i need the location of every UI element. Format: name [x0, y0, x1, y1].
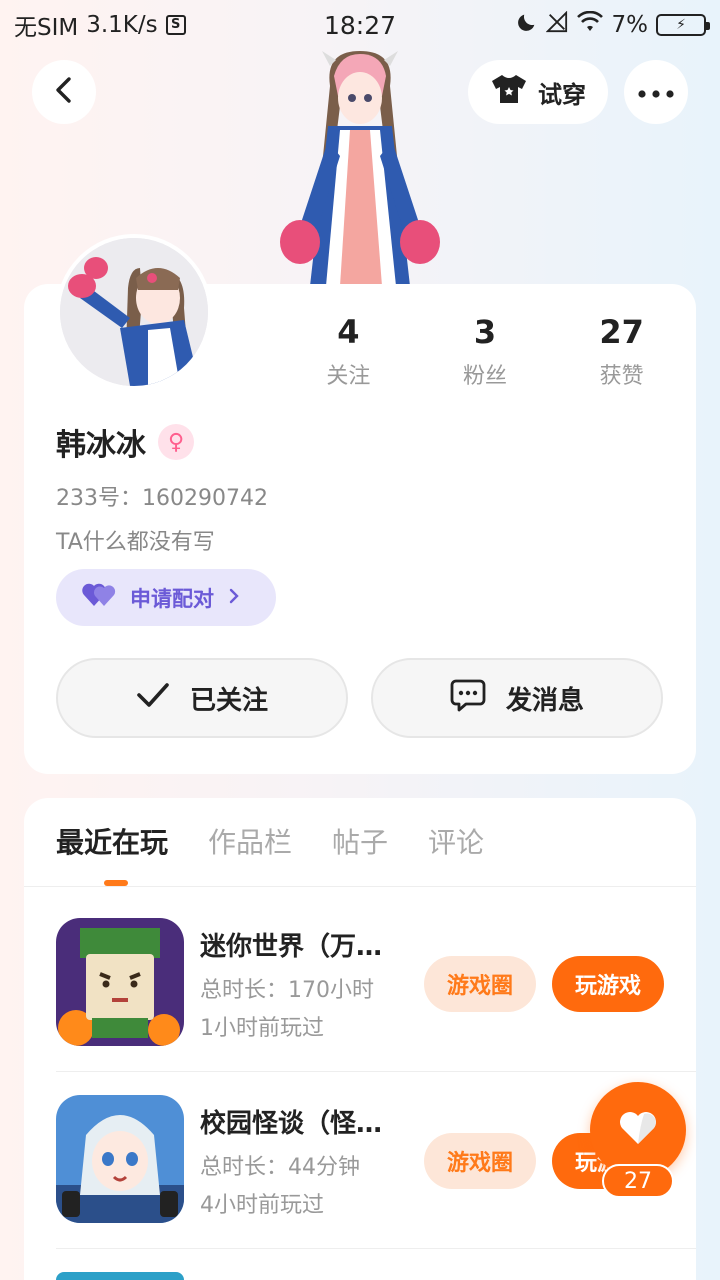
tab-recently-played[interactable]: 最近在玩	[56, 822, 168, 864]
wifi-icon	[576, 10, 604, 39]
play-game-button[interactable]: 玩游戏	[552, 956, 664, 1012]
send-message-button[interactable]: 发消息	[371, 658, 663, 738]
carrier-text: 无SIM	[14, 15, 79, 41]
content-tabs: 最近在玩 作品栏 帖子 评论	[56, 822, 484, 864]
network-speed: 3.1K/s	[86, 12, 158, 38]
signal-off-icon	[545, 10, 568, 39]
stat-followers-value: 3	[473, 313, 497, 351]
like-count-badge: 27	[602, 1164, 674, 1198]
stat-likes-label: 获赞	[599, 364, 644, 389]
status-left: 无SIM 3.1K/s S	[14, 8, 186, 42]
game-icon-partial	[56, 1272, 184, 1280]
row-divider	[56, 1071, 696, 1072]
avatar[interactable]	[56, 234, 212, 390]
avatar-3d-figure	[270, 46, 450, 286]
heart-icon	[618, 1110, 658, 1150]
chevron-right-icon	[228, 586, 240, 610]
game-circle-button[interactable]: 游戏圈	[424, 956, 536, 1012]
avatar-image	[60, 238, 208, 386]
user-id: 233号：160290742	[56, 486, 268, 511]
row-divider	[56, 1248, 696, 1249]
status-right: 7% ⚡	[516, 10, 710, 39]
chat-bubble-icon	[450, 678, 486, 719]
back-button[interactable]	[32, 60, 96, 124]
followed-button[interactable]: 已关注	[56, 658, 348, 738]
more-button[interactable]	[624, 60, 688, 124]
school-ghost-icon[interactable]	[56, 1095, 184, 1223]
game-title: 迷你世界（万…	[200, 932, 383, 962]
check-icon	[136, 682, 170, 715]
mini-world-icon[interactable]	[56, 918, 184, 1046]
username: 韩冰冰	[56, 428, 146, 463]
tshirt-icon	[490, 73, 528, 111]
game-title: 校园怪谈（怪…	[200, 1109, 383, 1139]
user-bio: TA什么都没有写	[56, 530, 215, 555]
game-duration: 总时长：170小时	[200, 978, 374, 1003]
stat-likes[interactable]: 27 获赞	[553, 312, 690, 390]
game-circle-button[interactable]: 游戏圈	[424, 1133, 536, 1189]
female-gender-icon: ♀	[158, 424, 194, 460]
game-last-played: 1小时前玩过	[200, 1016, 324, 1041]
moon-icon	[516, 11, 538, 39]
status-bar: 无SIM 3.1K/s S 18:27 7% ⚡	[0, 0, 720, 50]
stat-following-label: 关注	[326, 364, 371, 389]
stat-following-value: 4	[337, 313, 360, 351]
battery-icon: ⚡	[656, 14, 710, 36]
stats-row: 4 关注 3 粉丝 27 获赞	[280, 312, 690, 390]
followed-label: 已关注	[189, 685, 268, 716]
tab-comments[interactable]: 评论	[428, 822, 484, 864]
tryon-button[interactable]: 试穿	[468, 60, 608, 124]
tab-works[interactable]: 作品栏	[208, 822, 292, 864]
stat-likes-value: 27	[599, 313, 644, 351]
heart-pair-icon	[82, 582, 116, 613]
request-pair-label: 申请配对	[130, 586, 214, 611]
tryon-label: 试穿	[538, 80, 586, 109]
game-last-played: 4小时前玩过	[200, 1193, 324, 1218]
more-dots-icon	[638, 83, 674, 102]
tab-posts[interactable]: 帖子	[332, 822, 388, 864]
stat-following[interactable]: 4 关注	[280, 312, 417, 390]
tabs-divider	[24, 886, 696, 887]
chevron-left-icon	[52, 76, 76, 108]
game-row[interactable]: 迷你世界（万… 总时长：170小时 1小时前玩过 游戏圈 玩游戏	[56, 918, 696, 1068]
sim-icon: S	[165, 15, 186, 35]
request-pair-button[interactable]: 申请配对	[56, 569, 276, 626]
battery-percent: 7%	[611, 12, 649, 38]
game-duration: 总时长：44分钟	[200, 1155, 360, 1180]
send-message-label: 发消息	[505, 685, 584, 716]
stat-followers[interactable]: 3 粉丝	[417, 312, 554, 390]
stat-followers-label: 粉丝	[463, 364, 508, 389]
username-row: 韩冰冰 ♀	[56, 420, 194, 464]
